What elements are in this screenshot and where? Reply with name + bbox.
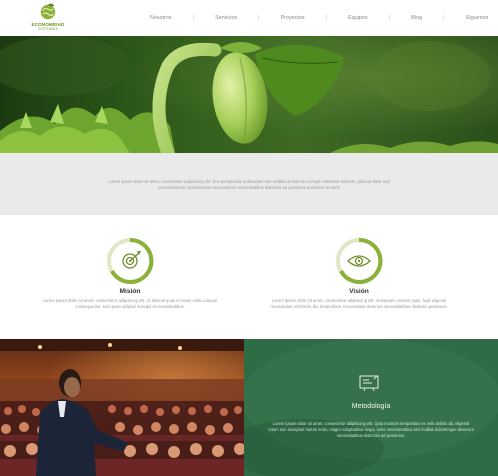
conference-image (0, 339, 244, 476)
conference-photo (0, 339, 244, 476)
mission-title: Misión (119, 288, 141, 295)
seedling-image (0, 36, 498, 153)
chalkboard-icon (359, 375, 379, 391)
nav-separator: | (258, 15, 260, 21)
target-icon (122, 251, 141, 269)
intro-text: Lorem ipsum dolor sit amet, consectetur … (108, 179, 390, 190)
nav-item-blog[interactable]: Blog (411, 15, 422, 21)
vision-card: Visión Lorem ipsum dolor sit amet, conse… (264, 237, 454, 310)
vision-text: Lorem ipsum dolor sit amet, consectetur … (270, 298, 448, 309)
mission-text: Lorem ipsum dolor sit amet, consectetur … (42, 298, 218, 309)
main-nav: Nosotros | Servicios | Proyectos | Equip… (150, 15, 488, 21)
methodology-text: Lorem ipsum dolor sit amet, consectetur … (268, 421, 474, 438)
mission-ring (107, 237, 154, 284)
mission-card: Misión Lorem ipsum dolor sit amet, conse… (35, 237, 225, 310)
nav-item-siguenos[interactable]: Síguenos (466, 15, 489, 21)
vision-ring (336, 237, 383, 284)
site-header: ECONOMIDAD SOSTENIBLE Nosotros | Servici… (0, 0, 498, 36)
nav-item-equipos[interactable]: Equipos (348, 15, 367, 21)
eye-icon (347, 255, 371, 267)
nav-separator: | (388, 15, 391, 21)
nav-separator: | (442, 15, 445, 21)
nav-item-nosotros[interactable]: Nosotros (150, 15, 172, 21)
site-logo[interactable]: ECONOMIDAD SOSTENIBLE (28, 3, 68, 33)
logo-subtitle: SOSTENIBLE (37, 27, 59, 31)
nav-separator: | (192, 15, 195, 21)
methodology-title: Metodología (351, 403, 391, 410)
vision-title: Visión (349, 288, 369, 295)
nav-separator: | (325, 15, 328, 21)
hero-image (0, 36, 498, 153)
nav-item-servicios[interactable]: Servicios (215, 15, 237, 21)
globe-leaf-icon (40, 3, 56, 20)
intro-section: Lorem ipsum dolor sit amet, consectetur … (0, 153, 498, 215)
methodology-section: Metodología Lorem ipsum dolor sit amet, … (244, 339, 498, 476)
mission-vision-section: Misión Lorem ipsum dolor sit amet, conse… (0, 215, 498, 339)
nav-item-proyectos[interactable]: Proyectos (281, 15, 305, 21)
